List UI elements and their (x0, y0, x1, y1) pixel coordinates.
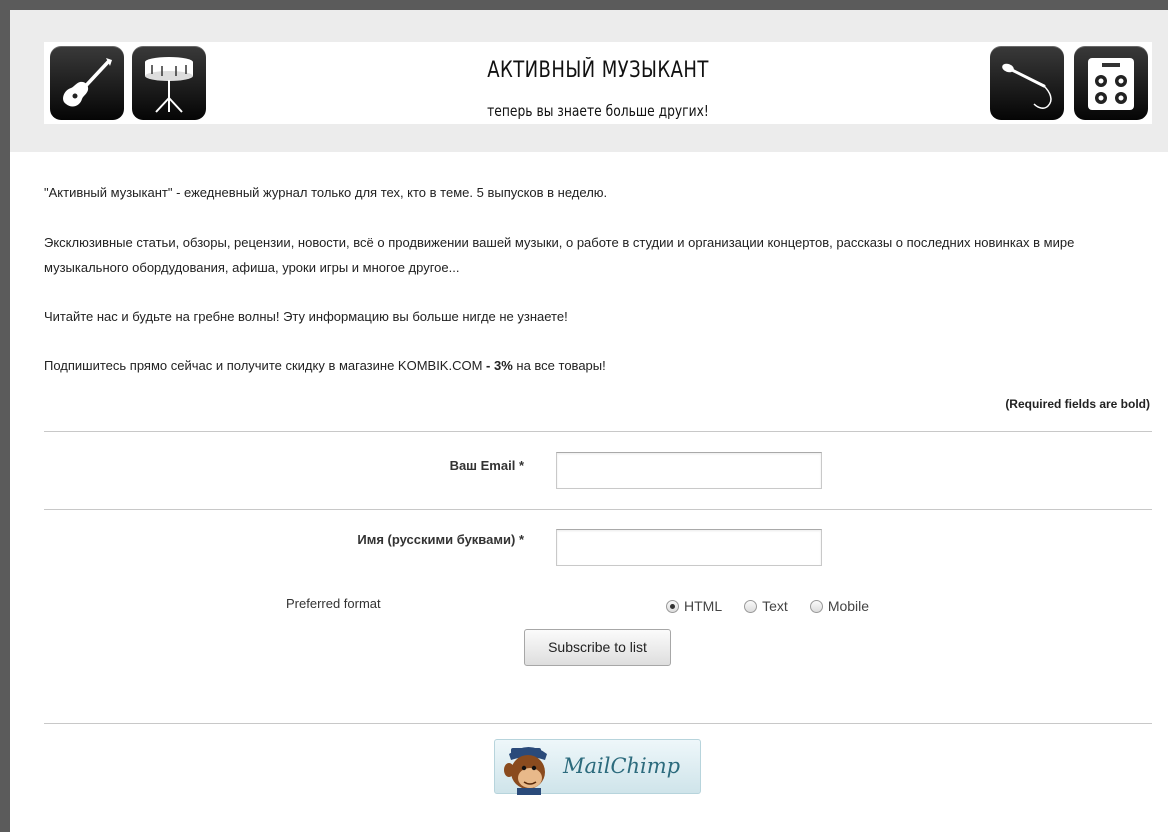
radio-text-label: Text (762, 598, 788, 614)
page-title: АКТИВНЫЙ МУЗЫКАНТ (487, 58, 709, 83)
name-label-text: Имя (русскими буквами) (357, 532, 516, 547)
window-frame-left (0, 0, 10, 832)
email-label: Ваш Email * (380, 458, 524, 473)
header-banner: АКТИВНЫЙ МУЗЫКАНТ теперь вы знаете больш… (44, 42, 1152, 124)
divider (44, 723, 1152, 724)
amplifier-icon (1074, 46, 1148, 120)
mailchimp-badge[interactable]: MailChimp (494, 739, 701, 795)
microphone-icon (990, 46, 1064, 120)
required-marker: * (518, 532, 524, 547)
page-subtitle: теперь вы знаете больше других! (487, 102, 709, 120)
radio-mobile[interactable] (809, 599, 823, 613)
radio-html-label: HTML (684, 598, 723, 614)
mailchimp-wordmark: MailChimp (563, 754, 681, 778)
required-fields-note: (Required fields are bold) (1005, 397, 1150, 411)
radio-html[interactable] (666, 599, 679, 613)
name-label: Имя (русскими буквами) * (260, 532, 524, 547)
mailchimp-monkey-icon (504, 747, 547, 795)
promo-text: Подпишитесь прямо сейчас и получите скид… (44, 358, 487, 373)
format-option-mobile[interactable]: Mobile (809, 598, 870, 614)
email-label-text: Ваш Email (449, 458, 516, 473)
divider (44, 509, 1152, 510)
intro-paragraph-1: "Активный музыкант" - ежедневный журнал … (44, 185, 608, 200)
promo-text-end: на все товары! (512, 358, 606, 373)
format-radio-group: HTML Text Mobile (666, 598, 891, 614)
format-option-html[interactable]: HTML (666, 598, 722, 614)
format-option-text[interactable]: Text (744, 598, 788, 614)
subscribe-button[interactable]: Subscribe to list (524, 629, 671, 666)
email-field[interactable] (556, 452, 822, 489)
radio-text[interactable] (744, 599, 758, 613)
divider (44, 431, 1152, 432)
name-field[interactable] (556, 529, 822, 566)
intro-paragraph-3: Читайте нас и будьте на гребне волны! Эт… (44, 309, 568, 324)
format-label: Preferred format (286, 596, 381, 611)
intro-paragraph-2: Эксклюзивные статьи, обзоры, рецензии, н… (44, 235, 1075, 275)
guitar-icon (50, 46, 124, 120)
intro-paragraph-4: Подпишитесь прямо сейчас и получите скид… (44, 353, 1154, 378)
required-marker: * (518, 458, 524, 473)
promo-discount: - 3% (486, 358, 513, 373)
radio-mobile-label: Mobile (827, 598, 870, 614)
window-frame-top (0, 0, 1168, 10)
